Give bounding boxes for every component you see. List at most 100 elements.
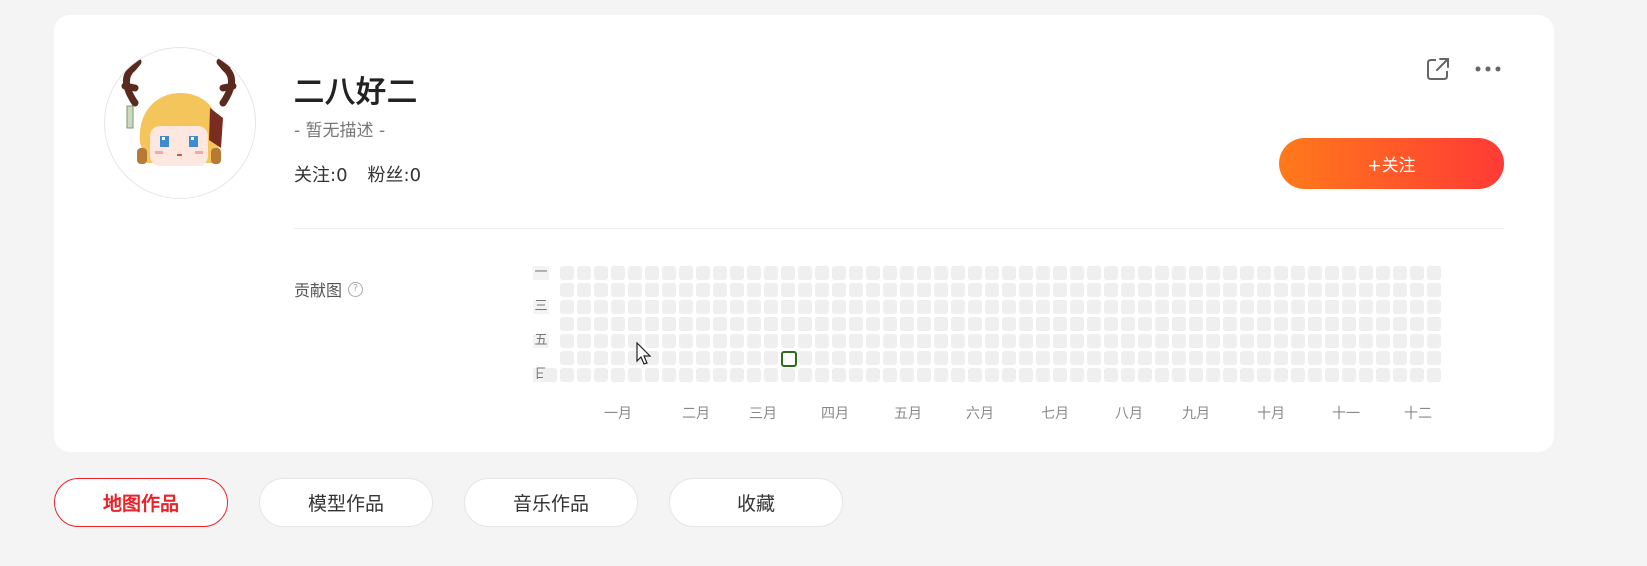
heatmap-cell[interactable] <box>1427 300 1441 314</box>
heatmap-cell[interactable] <box>883 266 897 280</box>
heatmap-cell[interactable] <box>1223 300 1237 314</box>
heatmap-cell[interactable] <box>1410 351 1424 365</box>
heatmap-cell[interactable] <box>849 351 863 365</box>
heatmap-cell[interactable] <box>866 334 880 348</box>
heatmap-cell[interactable] <box>883 300 897 314</box>
heatmap-cell[interactable] <box>883 317 897 331</box>
heatmap-cell[interactable] <box>1053 283 1067 297</box>
heatmap-cell[interactable] <box>1155 283 1169 297</box>
heatmap-cell[interactable] <box>917 368 931 382</box>
heatmap-cell[interactable] <box>1070 351 1084 365</box>
heatmap-cell[interactable] <box>730 368 744 382</box>
heatmap-cell[interactable] <box>1393 317 1407 331</box>
heatmap-cell[interactable] <box>679 368 693 382</box>
heatmap-cell[interactable] <box>645 266 659 280</box>
heatmap-cell[interactable] <box>1138 300 1152 314</box>
heatmap-cell[interactable] <box>1427 317 1441 331</box>
heatmap-cell[interactable] <box>645 300 659 314</box>
heatmap-cell[interactable] <box>1002 351 1016 365</box>
heatmap-cell[interactable] <box>1274 300 1288 314</box>
heatmap-cell[interactable] <box>1087 300 1101 314</box>
heatmap-cell[interactable] <box>628 317 642 331</box>
heatmap-cell[interactable] <box>628 368 642 382</box>
heatmap-cell[interactable] <box>917 317 931 331</box>
heatmap-cell[interactable] <box>1019 300 1033 314</box>
heatmap-cell[interactable] <box>1155 334 1169 348</box>
heatmap-cell[interactable] <box>849 334 863 348</box>
heatmap-cell[interactable] <box>1121 317 1135 331</box>
heatmap-cell[interactable] <box>1393 283 1407 297</box>
heatmap-cell[interactable] <box>849 300 863 314</box>
heatmap-cell[interactable] <box>1308 334 1322 348</box>
heatmap-cell[interactable] <box>1155 266 1169 280</box>
heatmap-cell[interactable] <box>1002 317 1016 331</box>
heatmap-cell[interactable] <box>560 317 574 331</box>
heatmap-cell[interactable] <box>1138 351 1152 365</box>
heatmap-cell[interactable] <box>815 334 829 348</box>
heatmap-cell[interactable] <box>1087 283 1101 297</box>
heatmap-cell[interactable] <box>679 266 693 280</box>
heatmap-cell[interactable] <box>1223 351 1237 365</box>
heatmap-cell[interactable] <box>951 317 965 331</box>
heatmap-cell[interactable] <box>1240 334 1254 348</box>
heatmap-cell[interactable] <box>1155 300 1169 314</box>
heatmap-cell[interactable] <box>611 368 625 382</box>
heatmap-cell[interactable] <box>900 266 914 280</box>
heatmap-cell[interactable] <box>594 351 608 365</box>
heatmap-cell[interactable] <box>730 351 744 365</box>
heatmap-cell[interactable] <box>1325 300 1339 314</box>
heatmap-cell[interactable] <box>1070 334 1084 348</box>
heatmap-cell[interactable] <box>645 283 659 297</box>
heatmap-cell[interactable] <box>832 317 846 331</box>
heatmap-cell[interactable] <box>1019 317 1033 331</box>
heatmap-cell[interactable] <box>1036 317 1050 331</box>
heatmap-cell[interactable] <box>866 368 880 382</box>
heatmap-cell[interactable] <box>1121 266 1135 280</box>
heatmap-cell[interactable] <box>951 334 965 348</box>
heatmap-cell[interactable] <box>985 351 999 365</box>
heatmap-cell[interactable] <box>934 368 948 382</box>
heatmap-cell[interactable] <box>1206 300 1220 314</box>
heatmap-cell[interactable] <box>934 300 948 314</box>
heatmap-cell[interactable] <box>662 317 676 331</box>
heatmap-cell[interactable] <box>679 283 693 297</box>
heatmap-cell[interactable] <box>611 317 625 331</box>
heatmap-cell[interactable] <box>917 351 931 365</box>
heatmap-cell[interactable] <box>1070 317 1084 331</box>
heatmap-cell[interactable] <box>1342 368 1356 382</box>
heatmap-cell[interactable] <box>1223 283 1237 297</box>
heatmap-cell[interactable] <box>1359 266 1373 280</box>
heatmap-cell[interactable] <box>934 317 948 331</box>
heatmap-cell[interactable] <box>815 300 829 314</box>
heatmap-cell[interactable] <box>730 334 744 348</box>
heatmap-cell[interactable] <box>679 300 693 314</box>
heatmap-cell[interactable] <box>1376 266 1390 280</box>
heatmap-cell[interactable] <box>628 283 642 297</box>
heatmap-cell[interactable] <box>764 351 778 365</box>
heatmap-cell[interactable] <box>747 368 761 382</box>
heatmap-cell[interactable] <box>747 351 761 365</box>
heatmap-cell[interactable] <box>1138 283 1152 297</box>
heatmap-cell[interactable] <box>1274 317 1288 331</box>
heatmap-cell[interactable] <box>934 266 948 280</box>
heatmap-cell[interactable] <box>1308 266 1322 280</box>
heatmap-cell[interactable] <box>645 317 659 331</box>
heatmap-cell[interactable] <box>1019 334 1033 348</box>
heatmap-cell[interactable] <box>798 334 812 348</box>
heatmap-cell[interactable] <box>951 300 965 314</box>
heatmap-cell[interactable] <box>900 300 914 314</box>
heatmap-cell[interactable] <box>1257 334 1271 348</box>
heatmap-cell[interactable] <box>832 351 846 365</box>
heatmap-cell[interactable] <box>560 266 574 280</box>
heatmap-cell[interactable] <box>645 368 659 382</box>
heatmap-cell[interactable] <box>951 368 965 382</box>
heatmap-cell[interactable] <box>1376 368 1390 382</box>
heatmap-cell[interactable] <box>1274 283 1288 297</box>
heatmap-cell[interactable] <box>747 300 761 314</box>
heatmap-cell[interactable] <box>1189 317 1203 331</box>
following-count[interactable]: 关注:0 <box>294 161 348 187</box>
heatmap-cell[interactable] <box>594 368 608 382</box>
heatmap-cell[interactable] <box>1138 368 1152 382</box>
heatmap-cell[interactable] <box>934 283 948 297</box>
heatmap-cell[interactable] <box>1053 266 1067 280</box>
